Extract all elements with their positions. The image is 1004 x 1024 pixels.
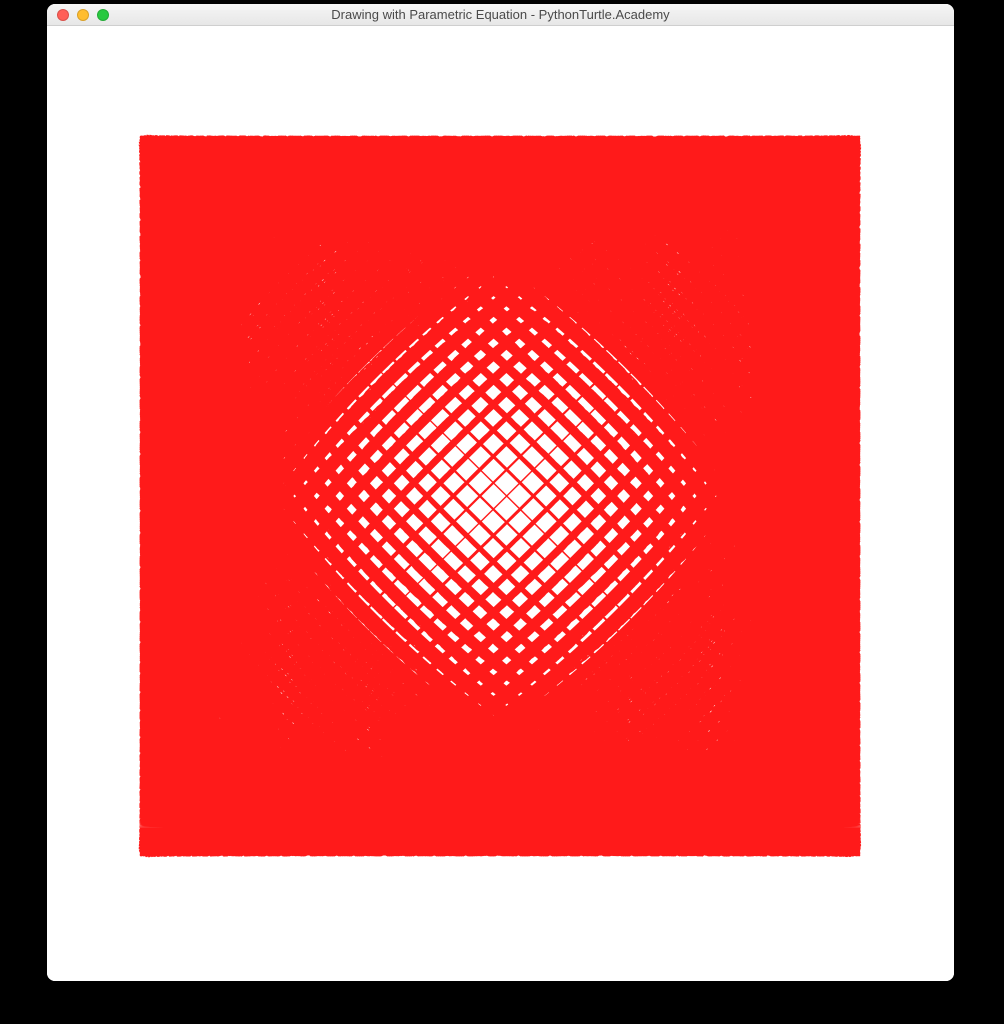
close-icon[interactable] bbox=[57, 9, 69, 21]
minimize-icon[interactable] bbox=[77, 9, 89, 21]
app-window: Drawing with Parametric Equation - Pytho… bbox=[47, 4, 954, 981]
window-title: Drawing with Parametric Equation - Pytho… bbox=[47, 7, 954, 22]
canvas bbox=[47, 26, 954, 981]
curve-path bbox=[140, 136, 860, 856]
window-controls bbox=[47, 9, 109, 21]
maximize-icon[interactable] bbox=[97, 9, 109, 21]
titlebar: Drawing with Parametric Equation - Pytho… bbox=[47, 4, 954, 26]
parametric-curve bbox=[47, 26, 954, 981]
